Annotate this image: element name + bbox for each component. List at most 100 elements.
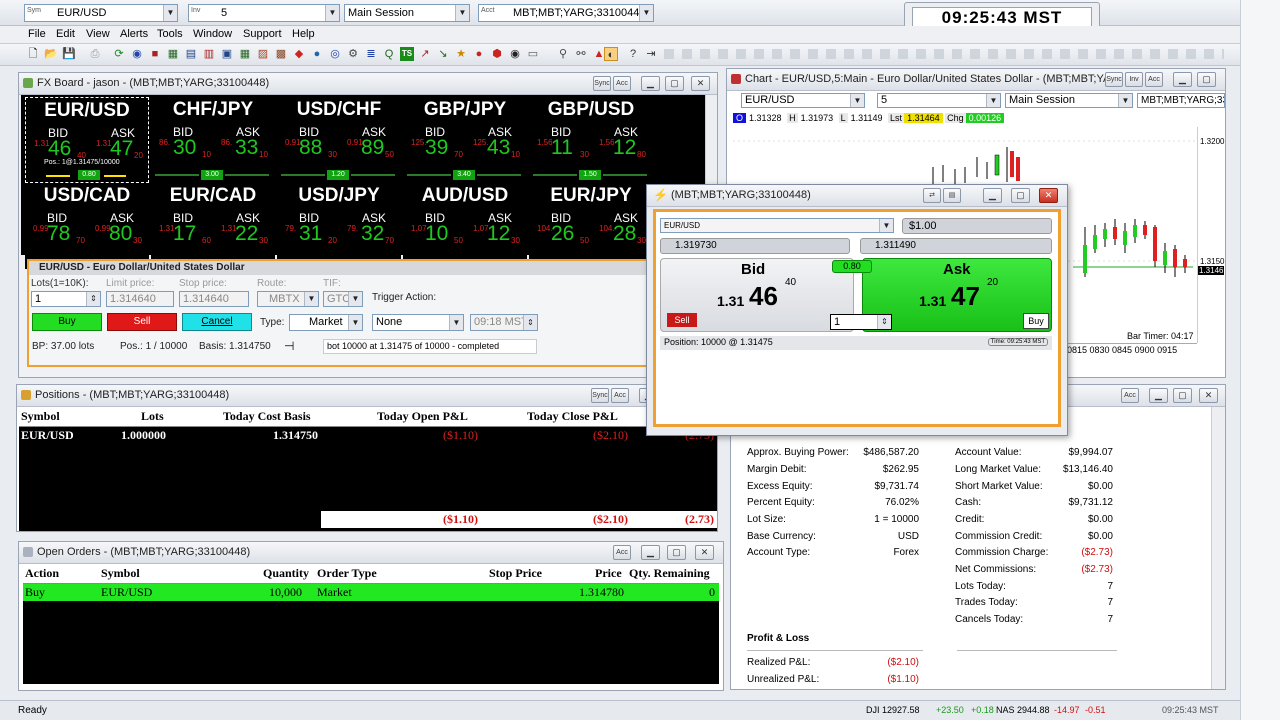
calendar-icon[interactable]: ▦ [238, 47, 252, 61]
menu-edit[interactable]: Edit [56, 28, 75, 40]
col-action[interactable]: Action [25, 566, 59, 581]
chevron-down-icon[interactable]: ▼ [348, 292, 362, 306]
page-icon[interactable]: ▭ [526, 47, 540, 61]
close-button[interactable]: ✕ [695, 545, 714, 560]
help-icon[interactable]: ? [626, 47, 640, 61]
tile-ask-pips[interactable]: 33 [235, 136, 258, 160]
tile-ask-pips[interactable]: 22 [235, 222, 258, 246]
table-row[interactable]: EUR/USD 1.000000 1.314750 ($1.10) ($2.10… [19, 427, 717, 444]
tile-bid-pips[interactable]: 26 [551, 222, 574, 246]
tile-bid-pips[interactable]: 30 [173, 136, 196, 160]
ticket-bid-panel[interactable]: Bid 1.31 46 40 Sell [660, 258, 854, 332]
tools-icon[interactable]: ⚙ [346, 47, 360, 61]
ticket-symbol-select[interactable]: EUR/USD ▼ [660, 218, 894, 233]
ticket-sell-button[interactable]: Sell [667, 313, 697, 327]
chevron-down-icon[interactable]: ▼ [325, 5, 339, 21]
news-icon[interactable]: ▩ [274, 47, 288, 61]
minimize-button[interactable]: ▁ [983, 188, 1002, 203]
fx-tile-usd-jpy[interactable]: USD/JPY BID ASK 79. 31 20 79. 32 70 [277, 183, 401, 269]
close-button[interactable]: ✕ [1039, 188, 1058, 203]
chart-session-combo[interactable]: Main Session ▼ [1005, 93, 1133, 108]
fx-tile-eur-jpy[interactable]: EUR/JPY BID ASK 104. 26 50 104. 28 30 [529, 183, 653, 269]
close-button[interactable]: ✕ [691, 76, 710, 91]
chevron-down-icon[interactable]: ▼ [639, 5, 653, 21]
stop-icon[interactable]: ⬢ [490, 47, 504, 61]
fx-tile-eur-cad[interactable]: EUR/CAD BID ASK 1.31 17 60 1.31 22 30 [151, 183, 275, 269]
menu-window[interactable]: Window [193, 28, 232, 40]
tile-bid-pips[interactable]: 11 [551, 136, 573, 160]
menu-view[interactable]: View [86, 28, 110, 40]
maximize-button[interactable]: ▢ [1011, 188, 1030, 203]
cancel-button[interactable]: Cancel [182, 313, 252, 331]
sync-button[interactable]: ⇄ [923, 188, 941, 203]
quote-icon[interactable]: ◉ [130, 47, 144, 61]
chart-icon[interactable]: ▥ [202, 47, 216, 61]
tile-ask-pips[interactable]: 32 [361, 222, 384, 246]
chevron-down-icon[interactable]: ▼ [455, 5, 469, 21]
image-icon[interactable]: ▨ [256, 47, 270, 61]
tif-select[interactable]: GTC ▼ [323, 291, 363, 307]
fx-tile-usd-cad[interactable]: USD/CAD BID ASK 0.99 78 70 0.99 80 30 [25, 183, 149, 269]
fx-tile-chf-jpy[interactable]: CHF/JPY BID ASK 86. 30 10 86. 33 10 3.00 [151, 97, 275, 183]
ball-icon[interactable]: ● [472, 47, 486, 61]
search-icon[interactable]: ⚲ [556, 47, 570, 61]
chart-symbol-combo[interactable]: EUR/USD ▼ [741, 93, 865, 108]
tile-ask-pips[interactable]: 12 [613, 136, 636, 160]
fx-tile-gbp-usd[interactable]: GBP/USD BID ASK 1.56 11 30 1.56 12 80 1.… [529, 97, 653, 183]
inv-button[interactable]: Inv [1125, 72, 1143, 87]
tile-bid-pips[interactable]: 31 [299, 222, 322, 246]
tile-bid-pips[interactable]: 88 [299, 136, 322, 160]
time-input[interactable]: 09:18 MST ⇕ [470, 314, 538, 331]
maximize-button[interactable]: ▢ [1173, 388, 1192, 403]
query-icon[interactable]: Q [382, 47, 396, 61]
sell-button[interactable]: Sell [107, 313, 177, 331]
menu-file[interactable]: File [28, 28, 46, 40]
sync-button[interactable]: Sync [591, 388, 609, 403]
level2-icon[interactable]: ■ [148, 47, 162, 61]
interval-combo[interactable]: Inv 5 ▼ [188, 4, 340, 22]
close-button[interactable]: ✕ [1199, 388, 1218, 403]
maximize-button[interactable]: ▢ [1197, 72, 1216, 87]
spinner-icon[interactable]: ⇕ [86, 292, 100, 306]
tile-bid-pips[interactable]: 78 [47, 222, 70, 246]
menu-help[interactable]: Help [292, 28, 315, 40]
acct-button[interactable]: Acc [613, 76, 631, 91]
tile-bid-pips[interactable]: 10 [425, 222, 448, 246]
chevron-down-icon[interactable]: ▼ [449, 315, 463, 330]
ticker-icon[interactable]: ▣ [220, 47, 234, 61]
minimize-button[interactable]: ▁ [1149, 388, 1168, 403]
tile-ask-pips[interactable]: 80 [109, 222, 132, 246]
acct-button[interactable]: ▤ [943, 188, 961, 203]
star-icon[interactable]: ★ [454, 47, 468, 61]
col-price[interactable]: Price [595, 566, 622, 581]
alert-icon[interactable]: ◆ [292, 47, 306, 61]
ts-icon[interactable]: TS [400, 47, 414, 61]
speaker-icon[interactable]: ◐ [604, 47, 618, 61]
acct-button[interactable]: Acc [613, 545, 631, 560]
globe-icon[interactable]: ● [310, 47, 324, 61]
chart-account-combo[interactable]: MBT;MBT;YARG;33100448 [1137, 93, 1225, 108]
acct-button[interactable]: Acc [1121, 388, 1139, 403]
scan-icon[interactable]: ◎ [328, 47, 342, 61]
tile-ask-pips[interactable]: 47 [110, 137, 133, 161]
minimize-button[interactable]: ▁ [1173, 72, 1192, 87]
tile-ask-pips[interactable]: 12 [487, 222, 510, 246]
col-lots[interactable]: Lots [141, 409, 164, 424]
acct-button[interactable]: Acc [611, 388, 629, 403]
ticket-amount[interactable]: $1.00 [902, 218, 1052, 234]
chevron-down-icon[interactable]: ▼ [850, 94, 864, 107]
minimize-button[interactable]: ▁ [641, 545, 660, 560]
account-scrollbar[interactable] [1211, 407, 1225, 689]
chevron-down-icon[interactable]: ▼ [879, 219, 893, 232]
chevron-down-icon[interactable]: ▼ [986, 94, 1000, 107]
chevron-down-icon[interactable]: ▼ [304, 292, 318, 306]
symbol-combo[interactable]: Sym EUR/USD ▼ [24, 4, 178, 22]
stop-price-input[interactable]: 1.314640 [179, 291, 249, 307]
ticket-buy-button[interactable]: Buy [1023, 313, 1049, 329]
chevron-down-icon[interactable]: ▼ [1118, 94, 1132, 107]
tile-ask-pips[interactable]: 43 [487, 136, 510, 160]
print-icon[interactable]: ⎙ [88, 47, 102, 61]
fx-tile-eur-usd[interactable]: EUR/USD BID ASK 1.31 46 40 1.31 47 20 Po… [25, 97, 149, 183]
route-select[interactable]: MBTX ▼ [257, 291, 319, 307]
col-stop-price[interactable]: Stop Price [489, 566, 542, 581]
